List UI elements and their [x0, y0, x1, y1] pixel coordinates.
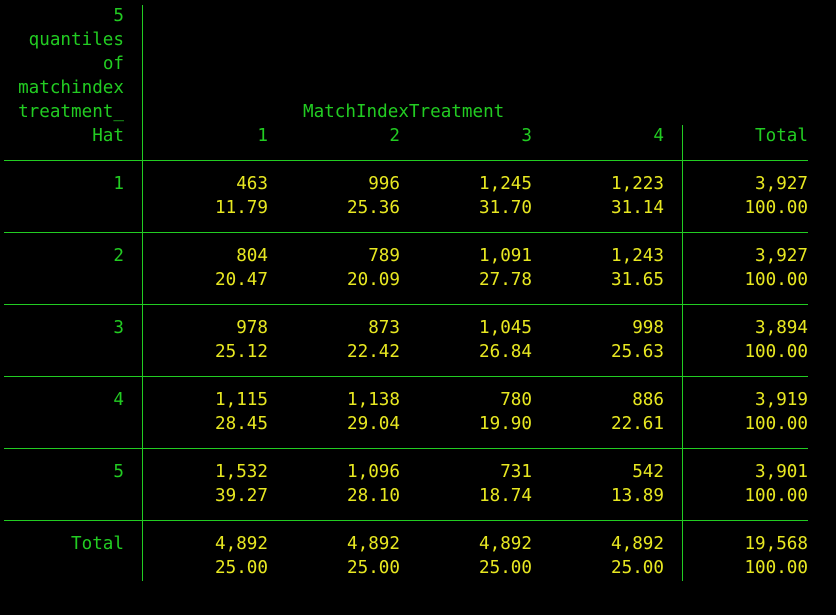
cell-pct-total: 100.00: [744, 198, 808, 218]
col-header-3: 3: [521, 126, 532, 146]
cell-pct: 31.65: [611, 270, 664, 290]
cell-freq: 1,532: [215, 462, 268, 482]
row-rule-5: [4, 520, 808, 521]
cell-pct: 18.74: [479, 486, 532, 506]
cell-freq-total: 3,927: [755, 246, 808, 266]
cell-freq: 1,045: [479, 318, 532, 338]
cell-freq-grand-total: 19,568: [744, 534, 808, 554]
total-separator-rule: [682, 125, 683, 581]
col-header-total: Total: [755, 126, 808, 146]
cell-pct: 31.70: [479, 198, 532, 218]
row-var-label-line-4: matchindex: [18, 78, 124, 98]
cell-freq-total: 3,919: [755, 390, 808, 410]
cell-pct-total: 100.00: [744, 270, 808, 290]
cell-pct: 19.90: [479, 414, 532, 434]
cell-freq: 886: [632, 390, 664, 410]
cell-freq: 789: [368, 246, 400, 266]
cell-freq: 463: [236, 174, 268, 194]
header-rule: [4, 160, 808, 161]
cell-freq: 731: [500, 462, 532, 482]
col-var-label: MatchIndexTreatment: [303, 102, 505, 122]
cell-freq-total: 3,894: [755, 318, 808, 338]
cell-pct-total: 100.00: [744, 486, 808, 506]
row-label-total: Total: [71, 534, 124, 554]
stub-separator-rule: [142, 5, 143, 581]
cell-pct: 25.36: [347, 198, 400, 218]
cell-freq: 1,115: [215, 390, 268, 410]
cell-freq: 998: [632, 318, 664, 338]
cell-pct: 31.14: [611, 198, 664, 218]
row-label-5: 5: [113, 462, 124, 482]
col-header-2: 2: [389, 126, 400, 146]
cell-pct: 28.45: [215, 414, 268, 434]
row-label-1: 1: [113, 174, 124, 194]
cell-freq: 978: [236, 318, 268, 338]
cell-freq: 1,138: [347, 390, 400, 410]
cell-freq: 4,892: [215, 534, 268, 554]
row-rule-2: [4, 304, 808, 305]
cell-freq: 1,243: [611, 246, 664, 266]
row-rule-3: [4, 376, 808, 377]
cell-pct: 26.84: [479, 342, 532, 362]
cell-freq: 996: [368, 174, 400, 194]
cell-freq: 780: [500, 390, 532, 410]
cell-pct: 22.42: [347, 342, 400, 362]
row-var-label-line-6: Hat: [92, 126, 124, 146]
cell-pct: 13.89: [611, 486, 664, 506]
cell-pct: 25.63: [611, 342, 664, 362]
cell-freq: 4,892: [479, 534, 532, 554]
row-rule-4: [4, 448, 808, 449]
cell-pct: 28.10: [347, 486, 400, 506]
row-label-2: 2: [113, 246, 124, 266]
row-var-label-line-1: 5: [113, 6, 124, 26]
cell-pct: 22.61: [611, 414, 664, 434]
cell-pct: 11.79: [215, 198, 268, 218]
cell-freq: 542: [632, 462, 664, 482]
row-rule-1: [4, 232, 808, 233]
col-header-1: 1: [257, 126, 268, 146]
cell-pct: 29.04: [347, 414, 400, 434]
row-var-label-line-3: of: [102, 54, 124, 74]
cell-pct: 27.78: [479, 270, 532, 290]
cell-freq: 873: [368, 318, 400, 338]
cell-freq: 1,245: [479, 174, 532, 194]
cell-pct: 20.47: [215, 270, 268, 290]
cell-pct: 25.00: [215, 558, 268, 578]
cell-pct: 39.27: [215, 486, 268, 506]
row-label-3: 3: [113, 318, 124, 338]
cell-freq: 1,091: [479, 246, 532, 266]
cell-freq: 4,892: [347, 534, 400, 554]
cell-pct-total: 100.00: [744, 414, 808, 434]
row-var-label-line-5: treatment_: [18, 102, 124, 122]
cell-pct: 20.09: [347, 270, 400, 290]
cell-pct: 25.12: [215, 342, 268, 362]
cell-pct-total: 100.00: [744, 342, 808, 362]
cell-freq: 804: [236, 246, 268, 266]
stata-tabulation-output: 5 quantiles of matchindex treatment_ Hat…: [0, 0, 836, 615]
row-var-label-line-2: quantiles: [28, 30, 124, 50]
cell-pct: 25.00: [611, 558, 664, 578]
col-header-4: 4: [653, 126, 664, 146]
cell-freq: 4,892: [611, 534, 664, 554]
cell-pct: 25.00: [347, 558, 400, 578]
cell-pct: 25.00: [479, 558, 532, 578]
cell-pct-grand-total: 100.00: [744, 558, 808, 578]
cell-freq-total: 3,901: [755, 462, 808, 482]
row-label-4: 4: [113, 390, 124, 410]
cell-freq-total: 3,927: [755, 174, 808, 194]
cell-freq: 1,096: [347, 462, 400, 482]
cell-freq: 1,223: [611, 174, 664, 194]
